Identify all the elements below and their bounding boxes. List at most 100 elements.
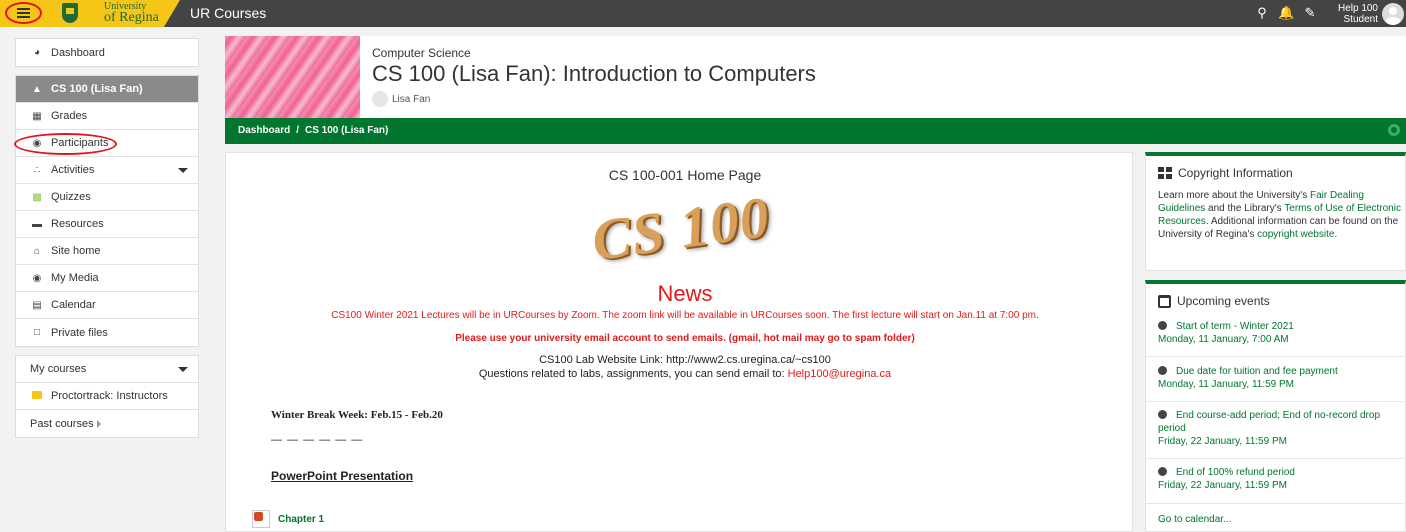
event-link[interactable]: Start of term - Winter 2021 (1176, 321, 1294, 332)
nav-item-my-media[interactable]: ◉ My Media (16, 265, 198, 292)
nav-group-course: ▲ CS 100 (Lisa Fan) ▦ Grades ◉ Participa… (15, 75, 199, 347)
nav-label: Activities (51, 164, 95, 176)
archive-icon: ▬ (32, 218, 42, 230)
play-circle-icon: ◉ (32, 272, 42, 284)
user-menu[interactable]: Help 100 Student (1338, 3, 1378, 25)
chapter1-link[interactable]: Chapter 1 (278, 514, 324, 525)
copyright-text: Learn more about the University's Fair D… (1158, 190, 1401, 240)
event-item: Start of term - Winter 2021 Monday, 11 J… (1158, 320, 1398, 346)
course-category: Computer Science (372, 46, 471, 60)
nav-label: Resources (51, 218, 104, 230)
grid-icon (1158, 167, 1172, 179)
questions-line: Questions related to labs, assignments, … (226, 368, 1132, 380)
nav-label: CS 100 (Lisa Fan) (51, 83, 143, 95)
copyright-title: Copyright Information (1158, 166, 1293, 180)
upcoming-events-block: Upcoming events Start of term - Winter 2… (1145, 280, 1406, 532)
nav-item-calendar[interactable]: ▤ Calendar (16, 292, 198, 319)
breadcrumb: Dashboard / CS 100 (Lisa Fan) (225, 118, 1406, 144)
news-heading: News (657, 281, 713, 306)
breadcrumb-course[interactable]: CS 100 (Lisa Fan) (305, 125, 388, 136)
nav-group-dashboard: ◕ Dashboard (15, 38, 199, 67)
event-item: End of 100% refund period Friday, 22 Jan… (1158, 466, 1398, 492)
nav-item-resources[interactable]: ▬ Resources (16, 211, 198, 238)
highlight-circle (5, 2, 42, 24)
nav-item-course[interactable]: ▲ CS 100 (Lisa Fan) (16, 76, 198, 103)
logo-wordmark: University of Regina (104, 1, 174, 25)
globe-icon (1158, 366, 1167, 375)
nav-item-dashboard[interactable]: ◕ Dashboard (16, 39, 198, 66)
bell-icon[interactable]: 🔔 (1278, 5, 1294, 21)
chapter1-resource[interactable]: Chapter 1 (252, 510, 324, 528)
help-email-link[interactable]: Help100@uregina.ca (788, 368, 892, 380)
divider-dashes: — — — — — — (271, 434, 364, 446)
nav-label: Grades (51, 110, 88, 122)
home-icon: ⌂ (33, 245, 41, 257)
event-date: Friday, 22 January, 11:59 PM (1158, 436, 1287, 447)
nav-item-private-files[interactable]: □ Private files (16, 319, 198, 346)
nav-item-site-home[interactable]: ⌂ Site home (16, 238, 198, 265)
events-title: Upcoming events (1158, 294, 1270, 308)
home-page-title: CS 100-001 Home Page (608, 167, 762, 183)
globe-icon (1158, 410, 1167, 419)
globe-icon (1158, 321, 1167, 330)
file-icon: □ (33, 327, 41, 338)
nav-item-past-courses[interactable]: Past courses (16, 410, 198, 437)
quiz-icon: ▩ (32, 191, 42, 203)
university-logo[interactable]: University of Regina (46, 0, 180, 27)
chevron-down-icon[interactable] (178, 367, 188, 372)
course-header: Computer Science CS 100 (Lisa Fan): Intr… (225, 36, 1406, 118)
calendar-icon (1158, 294, 1171, 308)
calendar-icon: ▤ (32, 299, 42, 311)
powerpoint-heading: PowerPoint Presentation (271, 469, 414, 483)
nav-item-proctortrack[interactable]: Proctortrack: Instructors (16, 383, 198, 410)
nav-item-quizzes[interactable]: ▩ Quizzes (16, 184, 198, 211)
chat-icon[interactable]: ✎ (1302, 5, 1318, 21)
site-name[interactable]: UR Courses (190, 5, 266, 21)
nav-item-grades[interactable]: ▦ Grades (16, 103, 198, 130)
teacher-name: Lisa Fan (392, 93, 431, 105)
logo-line2: of Regina (104, 10, 159, 25)
nav-label: Private files (51, 326, 108, 339)
event-date: Monday, 11 January, 7:00 AM (1158, 334, 1289, 345)
dashboard-icon: ◕ (33, 47, 41, 58)
course-content: CS 100-001 Home Page CS 100 News CS100 W… (225, 152, 1133, 532)
cs100-logo-image: CS 100 (588, 183, 774, 274)
course-teacher[interactable]: Lisa Fan (372, 91, 430, 107)
nav-label: Site home (51, 245, 101, 257)
nav-label: Past courses (30, 417, 94, 430)
nav-label: Proctortrack: Instructors (51, 390, 168, 402)
top-navbar: University of Regina UR Courses ⚲ 🔔 ✎ He… (0, 0, 1406, 27)
menu-toggle-button[interactable] (0, 0, 46, 27)
nav-label: My courses (30, 363, 87, 375)
chevron-right-icon (97, 420, 101, 428)
breadcrumb-dashboard[interactable]: Dashboard (238, 125, 290, 136)
lab-website-link: CS100 Lab Website Link: http://www2.cs.u… (539, 354, 831, 366)
gear-icon[interactable] (1388, 124, 1400, 136)
event-date: Monday, 11 January, 11:59 PM (1158, 379, 1295, 390)
winter-break-text: Winter Break Week: Feb.15 - Feb.20 (271, 409, 443, 421)
event-link[interactable]: End course-add period; End of no-record … (1158, 410, 1380, 434)
event-item: End course-add period; End of no-record … (1158, 409, 1398, 448)
graduation-cap-icon: ▲ (32, 83, 42, 95)
event-link[interactable]: End of 100% refund period (1176, 467, 1295, 478)
copyright-block: Copyright Information Learn more about t… (1145, 152, 1406, 271)
user-role: Student (1343, 14, 1378, 25)
chevron-down-icon[interactable] (178, 168, 188, 173)
nav-group-my-courses: My courses Proctortrack: Instructors Pas… (15, 355, 199, 438)
event-date: Friday, 22 January, 11:59 PM (1158, 480, 1287, 491)
events-title-text: Upcoming events (1177, 294, 1270, 308)
email-notice: Please use your university email account… (455, 333, 915, 344)
search-icon[interactable]: ⚲ (1254, 5, 1270, 21)
copyright-website-link[interactable]: copyright website (1257, 229, 1334, 240)
event-link[interactable]: Due date for tuition and fee payment (1176, 366, 1338, 377)
nav-item-activities[interactable]: ∴ Activities (16, 157, 198, 184)
event-item: Due date for tuition and fee payment Mon… (1158, 365, 1398, 391)
grades-highlight-circle (14, 133, 117, 155)
powerpoint-icon (252, 510, 270, 528)
avatar[interactable] (1382, 3, 1404, 25)
go-to-calendar-link[interactable]: Go to calendar... (1158, 514, 1231, 525)
course-image (225, 36, 360, 118)
nav-item-my-courses[interactable]: My courses (16, 356, 198, 383)
teacher-avatar (372, 91, 388, 107)
top-icons: ⚲ 🔔 ✎ (1254, 5, 1318, 21)
